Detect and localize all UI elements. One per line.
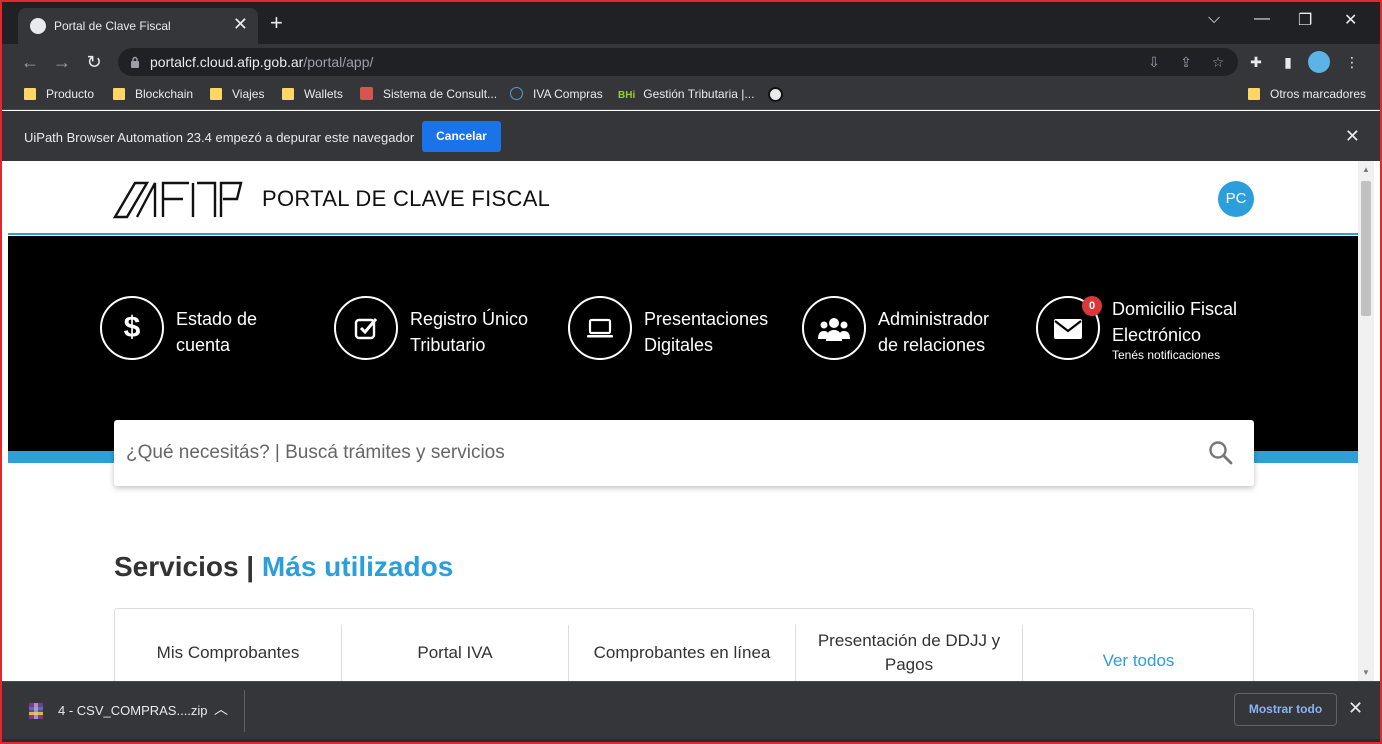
url-text: portalcf.cloud.afip.gob.ar/portal/app/ bbox=[150, 54, 374, 70]
page-content: PORTAL DE CLAVE FISCAL PC $ Estado de cue… bbox=[8, 161, 1358, 681]
taskbar-peek bbox=[2, 739, 1380, 742]
folder-icon bbox=[113, 88, 125, 100]
download-filename[interactable]: 4 - CSV_COMPRAS....zip bbox=[58, 703, 208, 718]
forward-icon[interactable]: → bbox=[50, 50, 74, 74]
notification-badge: 0 bbox=[1082, 296, 1102, 316]
scroll-thumb[interactable] bbox=[1361, 181, 1371, 316]
notifications-subtext: Tenés notificaciones bbox=[1112, 348, 1221, 362]
extensions-icon[interactable]: ✚ bbox=[1246, 52, 1266, 72]
profile-avatar[interactable] bbox=[1308, 51, 1330, 73]
bookmark-sistema-consulta[interactable]: Sistema de Consult... bbox=[360, 87, 497, 101]
bookmark-star-icon[interactable]: ☆ bbox=[1208, 52, 1228, 72]
maximize-button[interactable]: ❐ bbox=[1298, 10, 1312, 30]
page-scrollbar[interactable]: ▲ ▼ bbox=[1358, 161, 1374, 681]
feature-estado-de-cuenta[interactable]: $ Estado de cuenta bbox=[100, 296, 300, 366]
feature-domicilio-fiscal-electronico[interactable]: 0 Domicilio Fiscal Electrónico Tenés noti… bbox=[1036, 296, 1256, 366]
portal-title: PORTAL DE CLAVE FISCAL bbox=[262, 186, 551, 211]
service-portal-iva[interactable]: Portal IVA bbox=[342, 625, 569, 681]
folder-icon bbox=[1248, 88, 1260, 100]
close-window-button[interactable]: ✕ bbox=[1344, 10, 1357, 30]
chevron-up-icon[interactable]: ︿ bbox=[214, 699, 228, 719]
bookmark-gestion-tributaria[interactable]: BHi Gestión Tributaria |... bbox=[618, 87, 754, 101]
folder-icon bbox=[210, 88, 222, 100]
scroll-down-icon[interactable]: ▼ bbox=[1362, 668, 1370, 677]
folder-icon bbox=[282, 88, 294, 100]
afip-favicon-icon bbox=[30, 18, 46, 34]
globe-icon bbox=[510, 87, 523, 100]
hero-banner: $ Estado de cuenta Registro Único Tributar… bbox=[8, 236, 1358, 451]
bookmark-afip[interactable] bbox=[768, 87, 783, 102]
search-doc-icon bbox=[360, 87, 373, 100]
debug-infobar: UiPath Browser Automation 23.4 empezó a … bbox=[2, 111, 1380, 161]
show-all-button[interactable]: Mostrar todo bbox=[1234, 693, 1337, 726]
search-box bbox=[114, 420, 1254, 486]
afip-icon bbox=[768, 87, 783, 102]
feature-presentaciones-digitales[interactable]: Presentaciones Digitales bbox=[568, 296, 778, 366]
service-presentacion-ddjj-pagos[interactable]: Presentación de DDJJ y Pagos bbox=[796, 625, 1023, 681]
bookmark-wallets[interactable]: Wallets bbox=[282, 87, 343, 101]
search-input[interactable] bbox=[114, 420, 1194, 486]
browser-toolbar: ← → ↻ portalcf.cloud.afip.gob.ar/portal/… bbox=[2, 44, 1380, 80]
address-bar[interactable]: portalcf.cloud.afip.gob.ar/portal/app/ ⇩… bbox=[118, 48, 1238, 76]
share-icon[interactable]: ⇪ bbox=[1176, 52, 1196, 72]
dollar-icon: $ bbox=[100, 296, 164, 360]
bookmark-producto[interactable]: Producto bbox=[24, 87, 94, 101]
download-shelf: 4 - CSV_COMPRAS....zip ︿ Mostrar todo ✕ bbox=[2, 681, 1380, 739]
search-icon[interactable] bbox=[1208, 440, 1234, 466]
tab-portal[interactable]: Portal de Clave Fiscal ✕ bbox=[18, 8, 258, 44]
laptop-icon bbox=[568, 296, 632, 360]
back-icon[interactable]: ← bbox=[18, 50, 42, 74]
portal-header: PORTAL DE CLAVE FISCAL PC bbox=[8, 161, 1358, 235]
infobar-message: UiPath Browser Automation 23.4 empezó a … bbox=[24, 130, 415, 145]
bookmarks-bar: Producto Blockchain Viajes Wallets Siste… bbox=[2, 80, 1380, 110]
users-icon bbox=[802, 296, 866, 360]
tab-close-icon[interactable]: ✕ bbox=[233, 14, 248, 34]
other-bookmarks[interactable]: Otros marcadores bbox=[1248, 87, 1366, 101]
reload-icon[interactable]: ↻ bbox=[82, 50, 106, 74]
menu-kebab-icon[interactable]: ⋮ bbox=[1342, 52, 1362, 72]
services-list: Mis Comprobantes Portal IVA Comprobantes… bbox=[114, 608, 1254, 681]
install-app-icon[interactable]: ⇩ bbox=[1144, 52, 1164, 72]
folder-icon bbox=[24, 88, 36, 100]
service-comprobantes-en-linea[interactable]: Comprobantes en línea bbox=[569, 625, 796, 681]
browser-window: Portal de Clave Fiscal ✕ + ⌵ — ❐ ✕ ← → ↻… bbox=[0, 0, 1382, 744]
service-mis-comprobantes[interactable]: Mis Comprobantes bbox=[115, 625, 342, 681]
services-heading: Servicios | Más utilizados bbox=[114, 551, 454, 582]
shelf-divider bbox=[244, 690, 245, 732]
new-tab-button[interactable]: + bbox=[270, 10, 283, 36]
bookmark-viajes[interactable]: Viajes bbox=[210, 87, 264, 101]
tab-search-icon[interactable]: ⌵ bbox=[1208, 10, 1220, 28]
bhi-icon: BHi bbox=[618, 90, 636, 101]
side-panel-icon[interactable]: ▮ bbox=[1278, 52, 1298, 72]
user-avatar[interactable]: PC bbox=[1218, 181, 1254, 217]
zip-file-icon bbox=[29, 703, 43, 719]
cancel-button[interactable]: Cancelar bbox=[422, 121, 501, 152]
scroll-up-icon[interactable]: ▲ bbox=[1362, 165, 1370, 174]
infobar-close-icon[interactable]: ✕ bbox=[1345, 126, 1360, 147]
bookmark-blockchain[interactable]: Blockchain bbox=[113, 87, 193, 101]
bookmark-iva-compras[interactable]: IVA Compras bbox=[510, 87, 603, 101]
checkbox-icon bbox=[334, 296, 398, 360]
minimize-button[interactable]: — bbox=[1254, 10, 1270, 28]
tab-strip: Portal de Clave Fiscal ✕ + ⌵ — ❐ ✕ bbox=[2, 2, 1380, 44]
feature-administrador-de-relaciones[interactable]: Administrador de relaciones bbox=[802, 296, 1012, 366]
shelf-close-icon[interactable]: ✕ bbox=[1348, 698, 1363, 719]
feature-registro-unico-tributario[interactable]: Registro Único Tributario bbox=[334, 296, 544, 366]
lock-icon bbox=[131, 56, 139, 68]
afip-logo[interactable] bbox=[113, 181, 243, 219]
tab-title: Portal de Clave Fiscal bbox=[54, 19, 171, 33]
ver-todos-link[interactable]: Ver todos bbox=[1025, 633, 1252, 681]
